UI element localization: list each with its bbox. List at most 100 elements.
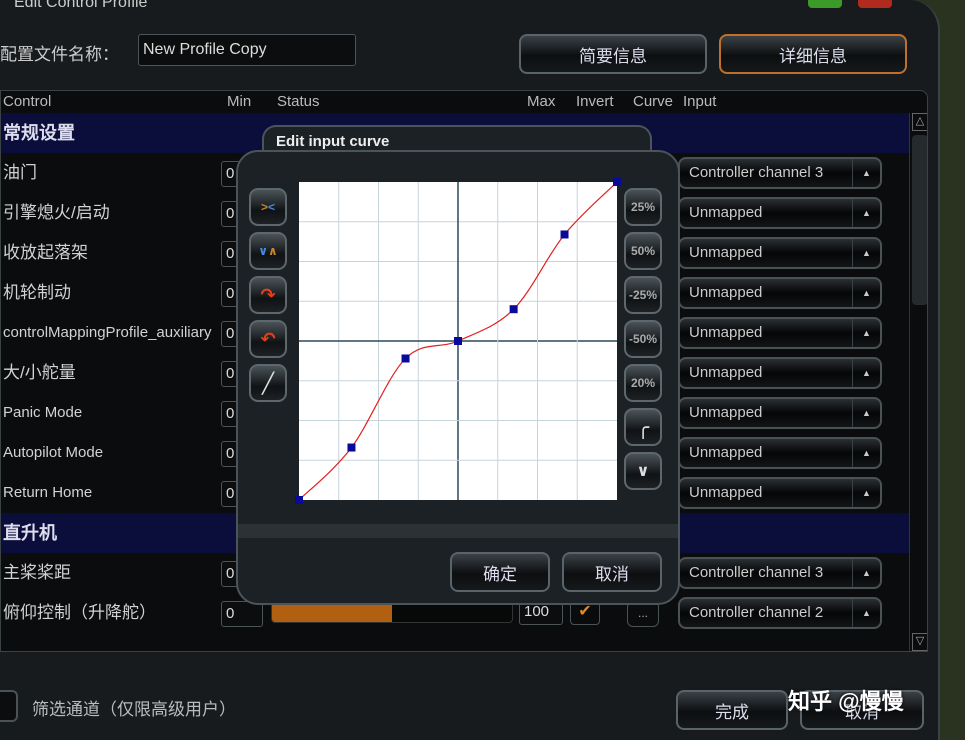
col-invert: Invert: [576, 93, 614, 110]
control-name: Return Home: [3, 484, 93, 501]
input-value: Unmapped: [689, 404, 763, 421]
curve-plot[interactable]: [295, 178, 621, 504]
control-name: 大/小舵量: [3, 363, 76, 382]
dropdown-arrow-icon: ▲: [852, 439, 880, 467]
v-shape-button[interactable]: ∨: [624, 452, 662, 490]
curve-control-point[interactable]: [295, 496, 303, 504]
col-max: Max: [527, 93, 556, 110]
dropdown-arrow-icon: ▲: [852, 559, 880, 587]
scroll-down-icon[interactable]: ▽: [912, 633, 927, 651]
control-name: controlMappingProfile_auxiliary: [3, 324, 212, 341]
curve-control-point[interactable]: [613, 178, 621, 186]
input-value: Controller channel 2: [689, 604, 824, 621]
dropdown-arrow-icon: ▲: [852, 599, 880, 627]
preset-label: 50%: [630, 244, 656, 258]
control-name: 常规设置: [3, 123, 75, 143]
input-select[interactable]: Controller channel 2 ▲: [678, 597, 882, 629]
preset-button[interactable]: -25%: [624, 276, 662, 314]
control-name: 油门: [3, 163, 37, 182]
preset-button[interactable]: -50%: [624, 320, 662, 358]
scrollbar[interactable]: △ ▽: [909, 113, 927, 651]
dropdown-arrow-icon: ▲: [852, 399, 880, 427]
confirm-icon-button[interactable]: [808, 0, 842, 8]
expand-horizontal-button[interactable]: ><: [249, 188, 287, 226]
input-select[interactable]: Unmapped ▲: [678, 317, 882, 349]
input-value: Controller channel 3: [689, 564, 824, 581]
dropdown-arrow-icon: ▲: [852, 159, 880, 187]
preset-button[interactable]: 25%: [624, 188, 662, 226]
ok-button[interactable]: 确定: [450, 552, 550, 592]
control-name: 引擎熄火/启动: [3, 203, 110, 222]
preset-button[interactable]: 20%: [624, 364, 662, 402]
dropdown-arrow-icon: ▲: [852, 279, 880, 307]
divider: [238, 524, 678, 538]
rotate-cw-button[interactable]: ↷: [249, 276, 287, 314]
close-icon-button[interactable]: [858, 0, 892, 8]
curve-button[interactable]: ╭: [624, 408, 662, 446]
input-select[interactable]: Controller channel 3 ▲: [678, 157, 882, 189]
input-value: Controller channel 3: [689, 164, 824, 181]
input-value: Unmapped: [689, 284, 763, 301]
control-name: 收放起落架: [3, 243, 88, 262]
control-name: 直升机: [3, 523, 57, 543]
rotate-cw-icon: ↷: [260, 284, 276, 305]
control-name: Panic Mode: [3, 404, 83, 421]
tab-brief-info[interactable]: 简要信息: [519, 34, 707, 74]
profile-name-input[interactable]: New Profile Copy: [138, 34, 356, 66]
input-select[interactable]: Controller channel 3 ▲: [678, 557, 882, 589]
dropdown-arrow-icon: ▲: [852, 359, 880, 387]
tab-detail-info[interactable]: 详细信息: [719, 34, 907, 74]
dropdown-arrow-icon: ▲: [852, 199, 880, 227]
control-name: 机轮制动: [3, 283, 71, 302]
rotate-ccw-button[interactable]: ↶: [249, 320, 287, 358]
col-status: Status: [277, 93, 320, 110]
profile-name-label: 配置文件名称：: [0, 45, 119, 64]
input-select[interactable]: Unmapped ▲: [678, 437, 882, 469]
col-input: Input: [683, 93, 717, 110]
control-name: Autopilot Mode: [3, 444, 104, 461]
curve-control-point[interactable]: [560, 230, 569, 239]
input-value: Unmapped: [689, 204, 763, 221]
input-value: Unmapped: [689, 444, 763, 461]
input-value: Unmapped: [689, 364, 763, 381]
scroll-thumb[interactable]: [912, 135, 927, 305]
dropdown-arrow-icon: ▲: [852, 239, 880, 267]
expand-horizontal-icon: ><: [260, 200, 276, 214]
dropdown-arrow-icon: ▲: [852, 319, 880, 347]
v-shape-icon: ∨: [636, 463, 650, 480]
curve-control-point[interactable]: [401, 354, 410, 363]
preset-label: -50%: [628, 332, 657, 346]
preset-label: -25%: [628, 288, 657, 302]
input-select[interactable]: Unmapped ▲: [678, 357, 882, 389]
preset-label: 20%: [630, 376, 656, 390]
input-select[interactable]: Unmapped ▲: [678, 477, 882, 509]
expand-vertical-button[interactable]: ∨∧: [249, 232, 287, 270]
input-select[interactable]: Unmapped ▲: [678, 237, 882, 269]
filter-label: 筛选通道（仅限高级用户）: [32, 700, 236, 719]
input-value: Unmapped: [689, 484, 763, 501]
control-name: 俯仰控制（升降舵）: [3, 603, 156, 622]
window-title: Edit Control Profile: [14, 0, 148, 11]
col-control: Control: [3, 93, 52, 110]
linear-icon: ╱: [261, 372, 275, 395]
input-select[interactable]: Unmapped ▲: [678, 397, 882, 429]
preset-button[interactable]: 50%: [624, 232, 662, 270]
input-select[interactable]: Unmapped ▲: [678, 277, 882, 309]
input-select[interactable]: Unmapped ▲: [678, 197, 882, 229]
preset-label: 25%: [630, 200, 656, 214]
watermark: 知乎 @慢慢: [788, 689, 904, 714]
scroll-up-icon[interactable]: △: [912, 113, 927, 131]
expand-vertical-icon: ∨∧: [258, 244, 278, 258]
control-name: 主桨桨距: [3, 563, 71, 582]
done-button[interactable]: 完成: [676, 690, 788, 730]
cancel-button[interactable]: 取消: [562, 552, 662, 592]
linear-button[interactable]: ╱: [249, 364, 287, 402]
curve-control-point[interactable]: [454, 337, 462, 345]
filter-checkbox[interactable]: [0, 690, 18, 722]
dialog-title: Edit input curve: [276, 133, 390, 150]
input-value: Unmapped: [689, 244, 763, 261]
curve-control-point[interactable]: [509, 305, 518, 314]
curve-control-point[interactable]: [347, 443, 356, 452]
curve-icon: ╭: [636, 416, 650, 439]
col-curve: Curve: [633, 93, 674, 110]
